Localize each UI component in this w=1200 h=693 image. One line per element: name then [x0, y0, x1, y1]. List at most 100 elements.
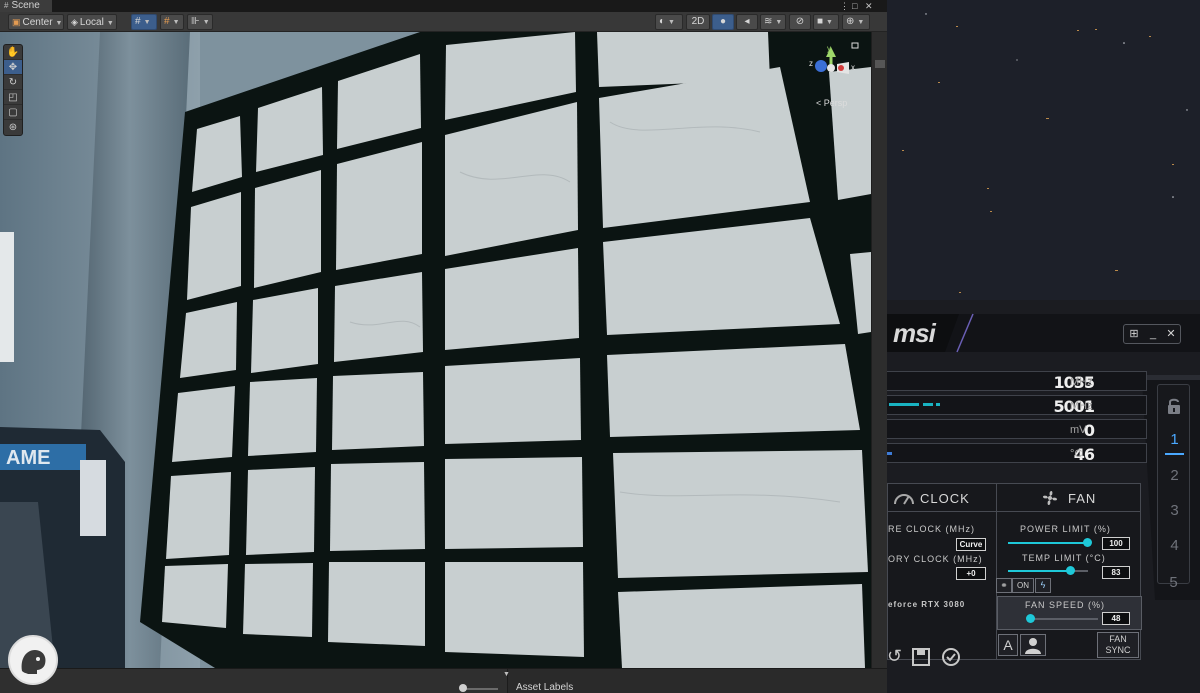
- effects-icon: ≋: [764, 16, 773, 27]
- draw-mode-dropdown[interactable]: ◐ ▼: [655, 14, 683, 30]
- starry-sky: [887, 0, 1200, 300]
- bottom-bar: ▼ Asset Labels: [0, 668, 887, 693]
- core-clock-value[interactable]: Curve: [956, 538, 986, 551]
- move-tool-button[interactable]: ✥: [4, 60, 22, 75]
- chevron-down-icon: ▼: [106, 20, 114, 27]
- apply-icon[interactable]: [941, 647, 961, 667]
- unlock-icon[interactable]: [1166, 397, 1182, 415]
- temperature-bar: [887, 452, 892, 455]
- core-clock-label: RE CLOCK (MHz): [888, 524, 976, 534]
- settings-button[interactable]: ⊞: [1125, 326, 1143, 342]
- hand-tool-button[interactable]: ✋: [4, 45, 22, 60]
- scrollbar-thumb[interactable]: [875, 60, 885, 68]
- scene-visibility-toggle[interactable]: ⊘: [789, 14, 811, 30]
- tab-menu-icon[interactable]: ⋮: [840, 0, 849, 12]
- temp-limit-label: TEMP LIMIT (°C): [1022, 553, 1106, 563]
- lighting-toggle[interactable]: ●: [712, 14, 734, 30]
- fan-speed-knob[interactable]: [1026, 614, 1035, 623]
- voltage-unit: mV: [1070, 424, 1087, 436]
- profile-1-button[interactable]: 1: [1158, 431, 1191, 448]
- close-icon: ✕: [1166, 328, 1176, 340]
- fan-speed-slider[interactable]: [1028, 618, 1098, 620]
- profile-5-button[interactable]: 5: [1157, 574, 1190, 591]
- memory-clock-unit: MHz: [1070, 400, 1093, 412]
- scene-tools-palette: ✋ ✥ ↻ ◰ ▢ ⊛: [3, 44, 23, 136]
- rect-tool-button[interactable]: ▢: [4, 105, 22, 120]
- grid-toggle-button[interactable]: # ▼: [131, 14, 157, 30]
- audio-toggle[interactable]: ◂: [736, 14, 758, 30]
- memory-clock-bar: [889, 403, 940, 406]
- scene-tab[interactable]: # Scene: [0, 0, 52, 12]
- fan-speed-label: FAN SPEED (%): [1025, 600, 1106, 610]
- fan-icon: [1042, 490, 1058, 506]
- chevron-down-icon: ▼: [55, 20, 63, 27]
- power-limit-value[interactable]: 100: [1102, 537, 1130, 550]
- scene-render: AME: [0, 32, 871, 668]
- pivot-mode-dropdown[interactable]: ▣ Center ▼: [8, 14, 64, 30]
- snap-settings-button[interactable]: ⊪ ▼: [187, 14, 213, 30]
- projection-label[interactable]: < Persp: [816, 98, 847, 108]
- cube-icon: ◈: [71, 17, 78, 27]
- effects-dropdown[interactable]: ≋ ▼: [760, 14, 786, 30]
- camera-dropdown[interactable]: ■ ▼: [813, 14, 839, 30]
- grid-icon: #: [135, 16, 141, 27]
- profile-2-button[interactable]: 2: [1158, 467, 1191, 484]
- temp-limit-fill: [1008, 570, 1070, 572]
- chevron-down-icon: ▼: [143, 19, 151, 26]
- fan-speed-section: FAN SPEED (%) 48: [997, 596, 1142, 630]
- bolt-button[interactable]: ϟ: [1035, 578, 1051, 593]
- profile-selector: 1 2 3 4: [1157, 384, 1190, 584]
- fan-sync-button[interactable]: FAN SYNC: [1097, 632, 1139, 658]
- user-fan-curve-button[interactable]: [1020, 634, 1046, 656]
- link-limits-button[interactable]: ⚭: [996, 578, 1012, 593]
- panel-divider: [888, 511, 1140, 512]
- chevron-down-icon: ▼: [826, 19, 833, 26]
- pivot-mode-label: Center: [22, 17, 53, 28]
- scale-tool-button[interactable]: ◰: [4, 90, 22, 105]
- scale-icon: ◰: [8, 92, 18, 103]
- orientation-gizmo[interactable]: y z x: [805, 40, 865, 120]
- fan-sync-line-1: FAN: [1109, 634, 1127, 644]
- rotate-icon: ↻: [8, 77, 18, 88]
- icon-size-slider[interactable]: [462, 688, 498, 690]
- asset-labels-header: Asset Labels: [516, 682, 574, 693]
- maximize-icon[interactable]: □: [852, 0, 857, 12]
- gizmo-icon: ⊕: [846, 16, 855, 27]
- profile-4-button[interactable]: 4: [1158, 537, 1191, 554]
- icon-size-slider-knob[interactable]: [459, 684, 467, 692]
- voltage-readout: 0 mV: [887, 419, 1147, 440]
- power-limit-knob[interactable]: [1083, 538, 1092, 547]
- user-avatar[interactable]: [8, 635, 58, 685]
- space-mode-dropdown[interactable]: ◈ Local ▼: [67, 14, 117, 30]
- scene-tab-bar: # Scene ⋮ □ ✕: [0, 0, 887, 12]
- minimize-icon: _: [1149, 328, 1157, 340]
- space-mode-label: Local: [79, 17, 104, 28]
- mode-2d-button[interactable]: 2D: [686, 14, 710, 30]
- fan-speed-value[interactable]: 48: [1102, 612, 1130, 625]
- temperature-unit: °C: [1070, 448, 1083, 460]
- clock-tab-title[interactable]: CLOCK: [920, 491, 970, 506]
- profile-3-button[interactable]: 3: [1158, 502, 1191, 519]
- transform-tool-button[interactable]: ⊛: [4, 120, 22, 135]
- power-limit-fill: [1008, 542, 1088, 544]
- close-tab-icon[interactable]: ✕: [865, 0, 873, 12]
- rotate-tool-button[interactable]: ↻: [4, 75, 22, 90]
- scene-viewport[interactable]: AME ✋ ✥ ↻ ◰ ▢ ⊛ y z x < Persp: [0, 32, 871, 668]
- gizmos-dropdown[interactable]: ⊕ ▼: [842, 14, 870, 30]
- memory-clock-offset[interactable]: +0: [956, 567, 986, 580]
- reset-icon[interactable]: ↺: [887, 646, 902, 667]
- mode-2d-label: 2D: [691, 16, 705, 27]
- minimize-button[interactable]: _: [1144, 326, 1162, 342]
- eye-slash-icon: ⊘: [795, 16, 805, 27]
- temp-limit-value[interactable]: 83: [1102, 566, 1130, 579]
- close-button[interactable]: ✕: [1162, 326, 1180, 342]
- snap-increment-button[interactable]: # ▼: [160, 14, 184, 30]
- temp-limit-knob[interactable]: [1066, 566, 1075, 575]
- fan-tab-title[interactable]: FAN: [1068, 491, 1096, 506]
- right-scrollbar[interactable]: [871, 32, 887, 668]
- chevron-down-icon: ▼: [503, 671, 510, 678]
- link-toggle-on[interactable]: ON: [1012, 578, 1034, 593]
- chevron-down-icon: ▼: [668, 19, 675, 26]
- fan-auto-button[interactable]: A: [998, 634, 1018, 656]
- save-icon[interactable]: [911, 647, 931, 667]
